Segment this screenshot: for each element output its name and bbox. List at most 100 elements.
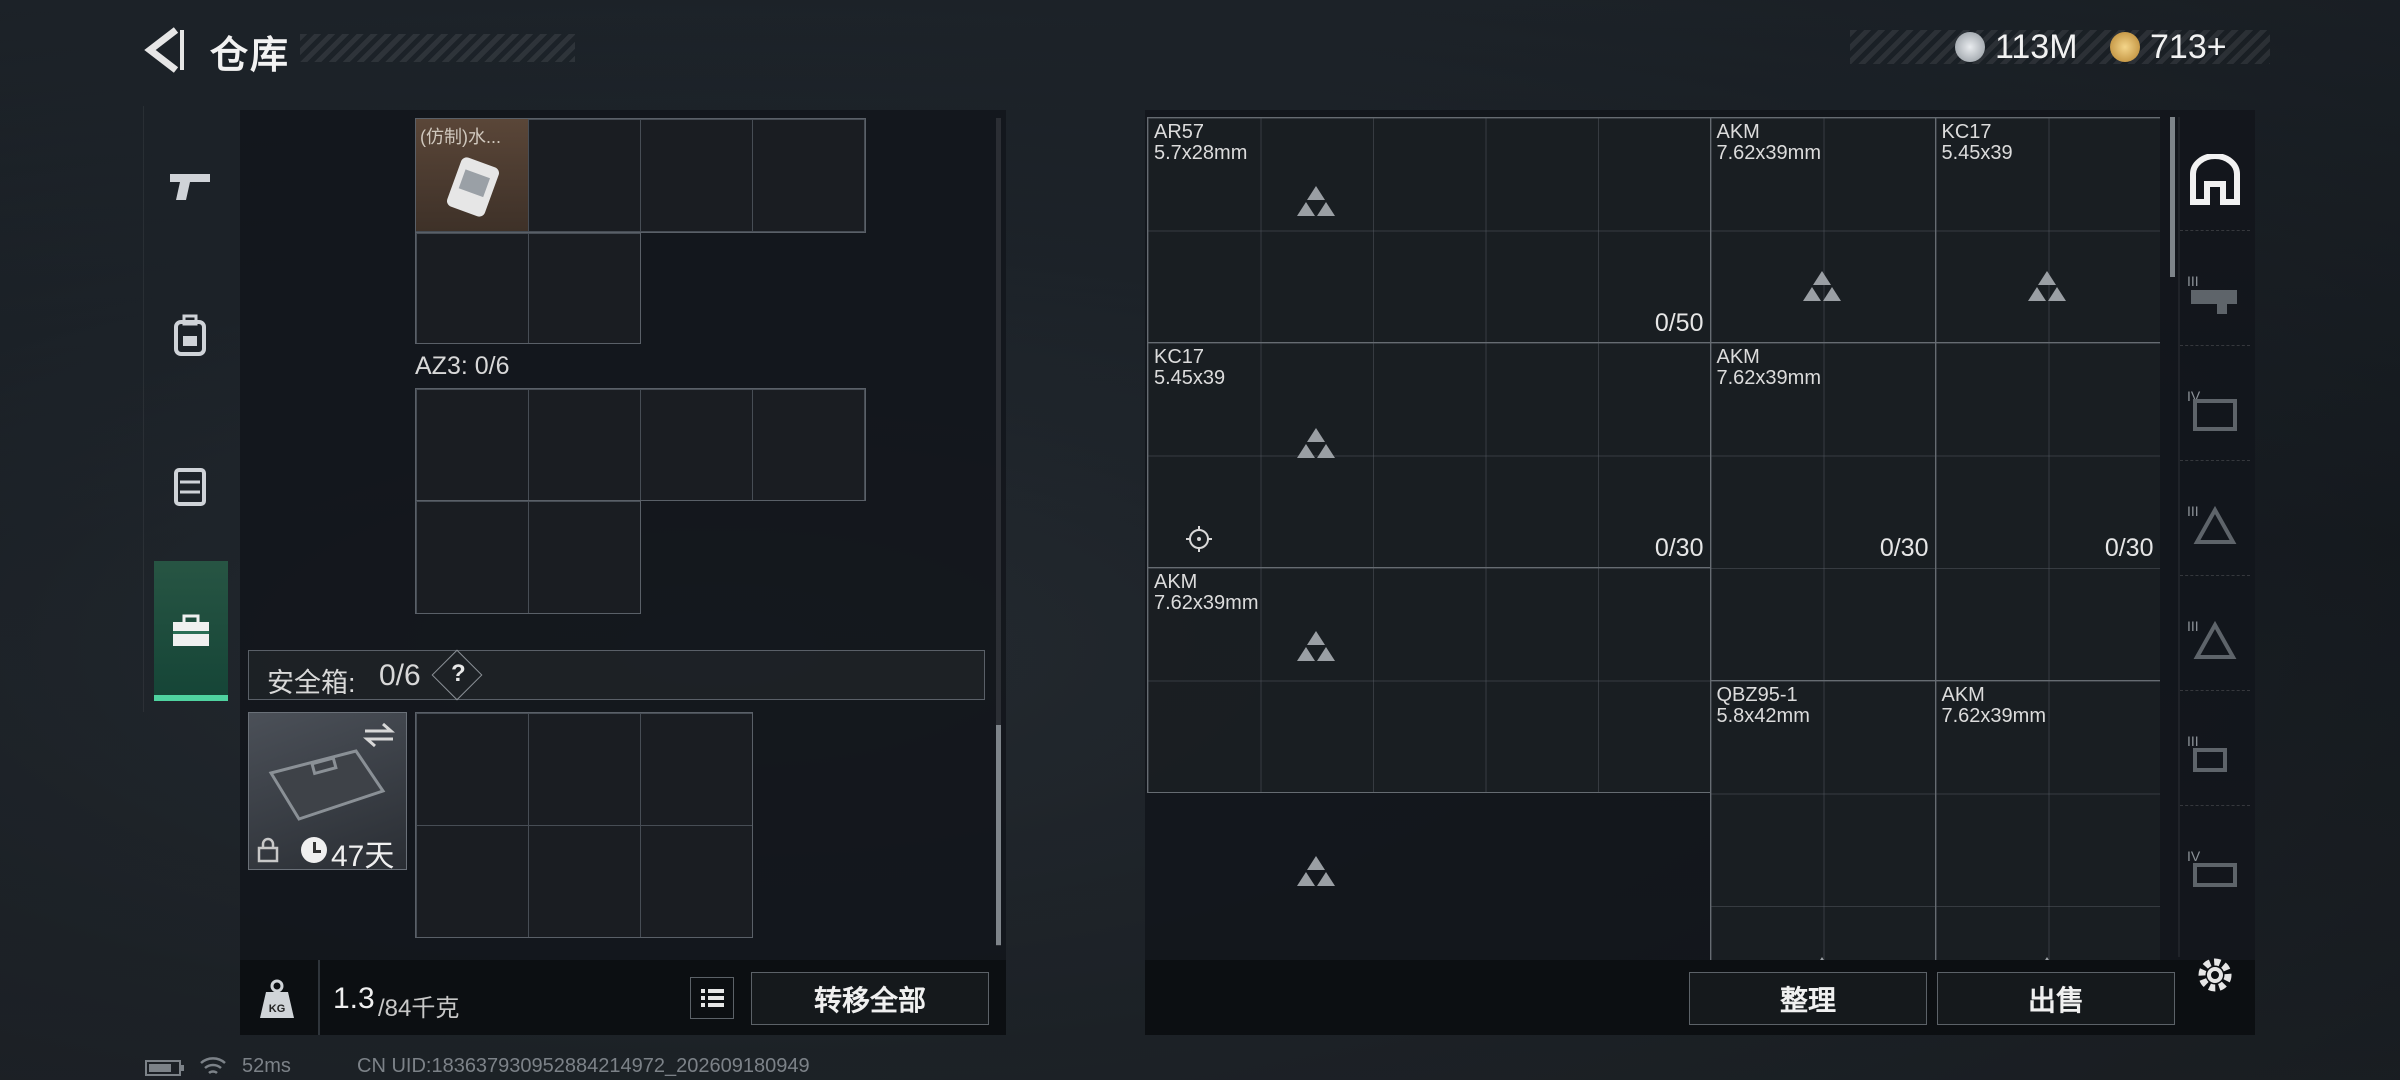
silver-currency-value: 113M — [1995, 28, 2078, 66]
side-category-4[interactable]: III — [2180, 590, 2250, 691]
rifle-level3-icon: III — [2187, 273, 2237, 314]
battery-icon — [145, 1060, 184, 1076]
pistol-icon — [170, 174, 210, 200]
tab-weapon[interactable] — [144, 116, 236, 256]
ammo-grid: AR57 5.7x28mm 0/50 AKM 7.62x39mm KC17 5.45x… — [1147, 117, 2160, 960]
organize-button[interactable]: 整理 — [1689, 972, 1927, 1025]
right-scrollbar[interactable] — [2170, 117, 2175, 277]
active-tab-indicator — [154, 695, 228, 701]
ammo-slot[interactable]: AR57 5.7x28mm 0/50 — [1147, 117, 1711, 343]
tools-level3-icon: III — [2187, 733, 2227, 772]
ammo-type-icon — [2028, 270, 2066, 301]
side-category-all[interactable] — [2180, 130, 2250, 231]
sell-button[interactable]: 出售 — [1937, 972, 2175, 1025]
list-view-button[interactable] — [690, 977, 734, 1019]
help-icon: ? — [451, 660, 466, 687]
clock-icon — [301, 837, 327, 863]
ping-text: 52ms — [242, 1055, 291, 1077]
svg-text:III: III — [2187, 273, 2199, 289]
side-category-3[interactable]: III — [2180, 475, 2250, 576]
ammo-slot-name: AKM 7.62x39mm — [1154, 571, 1259, 614]
az3-grid-top[interactable] — [415, 388, 866, 501]
weight-current: 1.3 — [333, 982, 375, 1015]
tab-case[interactable] — [154, 561, 228, 701]
container-grid-top-lower[interactable] — [415, 232, 641, 344]
lock-icon — [257, 837, 279, 863]
category-tabs — [143, 106, 236, 712]
safe-box-count: 0/6 — [379, 659, 421, 692]
wifi-icon — [200, 1057, 226, 1075]
item-card[interactable]: (仿制)水... — [416, 119, 528, 231]
side-category-6[interactable]: IV — [2180, 820, 2250, 920]
ammo-slot-name: AKM 7.62x39mm — [1941, 683, 2047, 727]
ammo-type-icon — [1803, 270, 1841, 301]
gold-coin-icon — [2110, 32, 2140, 62]
ammo-type-icon — [1296, 630, 1335, 661]
ammo-type-icon — [1296, 428, 1335, 459]
side-category-1[interactable]: III — [2180, 245, 2250, 346]
ammo-slot[interactable]: AKM 7.62x39mm 0/30 — [1709, 342, 1936, 681]
ammo-slot-name: KC17 5.45x39 — [1154, 346, 1226, 389]
safe-box-duration: 47天 — [331, 840, 395, 873]
left-scrollbar[interactable] — [996, 725, 1001, 945]
ammo-slot[interactable]: QBZ95-1 5.8x42mm — [1709, 679, 1936, 960]
ammo-slot[interactable]: AKM 7.62x39mm — [1709, 117, 1936, 343]
divider — [318, 960, 320, 1035]
ammo-level3-icon: III — [2187, 618, 2237, 659]
svg-text:III: III — [2187, 503, 2199, 519]
swap-icon[interactable] — [361, 721, 397, 749]
ammo-slot-name: AKM 7.62x39mm — [1716, 121, 1822, 164]
ammo-slot-name: QBZ95-1 5.8x42mm — [1716, 683, 1810, 727]
svg-text:III: III — [2187, 618, 2199, 634]
safe-box-header: 安全箱: 0/6 ? — [248, 649, 985, 701]
silver-coin-icon — [1955, 32, 1985, 62]
tab-vest[interactable] — [144, 416, 236, 556]
ammo-slot-name: AKM 7.62x39mm — [1716, 346, 1822, 389]
armor-level3-icon: III — [2187, 503, 2237, 544]
ammo-slot-count: 0/30 — [1654, 534, 1704, 562]
item-name: (仿制)水... — [420, 127, 501, 147]
ammo-slot-count: 0/30 — [1879, 534, 1929, 562]
safe-box-label: 安全箱: — [267, 668, 356, 698]
back-arrow-icon — [144, 27, 184, 73]
tab-backpack[interactable] — [144, 266, 236, 406]
toolbox-icon — [173, 614, 209, 646]
ammo-slot[interactable]: AKM 7.62x39mm — [1147, 567, 1711, 793]
uid-text: CN UID:1836379309528842​14972_2026091809… — [357, 1055, 810, 1077]
gold-currency-value[interactable]: 713+ — [2150, 28, 2227, 67]
ammo-type-icon — [1296, 855, 1335, 886]
ammo-type-icon — [1296, 186, 1335, 217]
side-category-2[interactable]: IV — [2180, 360, 2250, 461]
folder-level4-icon: IV — [2187, 388, 2237, 431]
transfer-all-button[interactable]: 转移全部 — [751, 972, 989, 1025]
stash-home-icon — [2190, 154, 2240, 205]
ammo-slot[interactable]: 0/30 — [1934, 342, 2160, 681]
svg-text:III: III — [2187, 733, 2199, 749]
list-icon — [701, 989, 724, 1007]
weight-icon: KG — [260, 979, 294, 1018]
ammo-slot-name: KC17 5.45x39 — [1941, 121, 2013, 164]
item-bottle-icon — [447, 157, 499, 217]
ammo-slot[interactable]: KC17 5.45x39 0/30 — [1147, 342, 1711, 568]
ammo-slot-count: 0/30 — [2104, 534, 2154, 562]
az3-grid-bottom[interactable] — [415, 500, 641, 614]
ammo-slot-name: AR57 5.7x28mm — [1154, 121, 1248, 164]
header-stripe — [300, 34, 575, 62]
weight-max: /84千克 — [378, 995, 460, 1022]
backpack-icon — [174, 314, 206, 356]
ammo-slot[interactable]: KC17 5.45x39 — [1934, 117, 2160, 343]
vest-icon — [174, 468, 206, 506]
ammo-slot[interactable]: AKM 7.62x39mm — [1934, 679, 2160, 960]
page-title: 仓库 — [210, 35, 291, 77]
side-category-5[interactable]: III — [2180, 705, 2250, 806]
medical-level4-icon: IV — [2187, 848, 2237, 887]
ammo-slot-count: 0/50 — [1654, 309, 1704, 337]
svg-text:KG: KG — [269, 1003, 286, 1015]
az3-label: AZ3: 0/6 — [415, 352, 510, 380]
safe-box-item[interactable]: 47天 — [248, 712, 407, 873]
settings-gear-icon[interactable] — [2194, 954, 2236, 996]
svg-text:IV: IV — [2187, 848, 2201, 864]
safe-box-grid[interactable] — [415, 712, 753, 938]
back-button[interactable] — [140, 22, 190, 78]
crosshair-icon — [1186, 526, 1212, 552]
